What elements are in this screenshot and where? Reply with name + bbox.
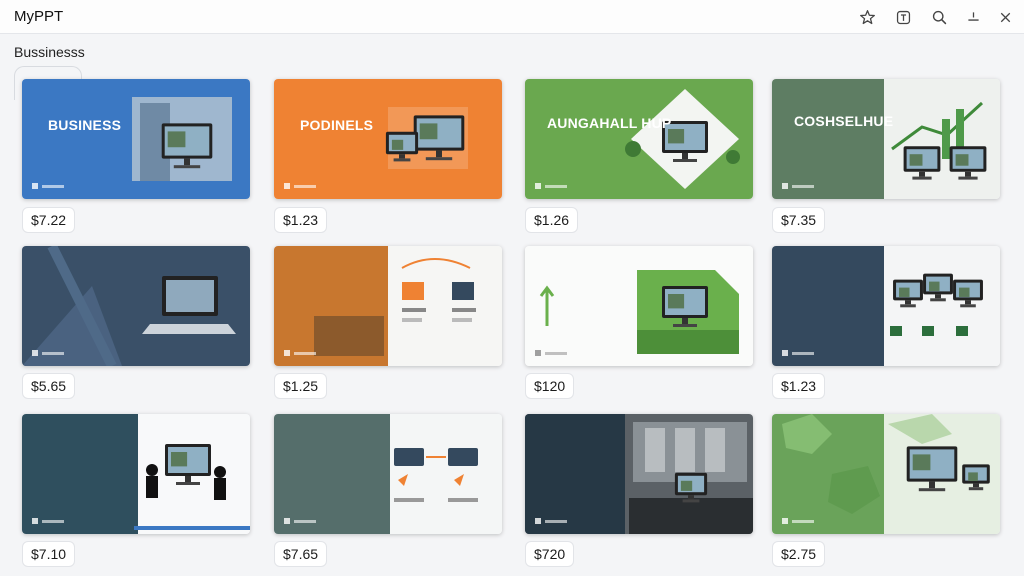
template-thumbnail [22, 79, 250, 199]
template-card[interactable]: COSHSELHUE [772, 79, 1000, 199]
template-card[interactable] [22, 246, 250, 366]
template-price[interactable]: $120 [525, 373, 575, 399]
template-thumbnail [22, 246, 250, 366]
minimize-icon[interactable] [962, 6, 984, 28]
template-card[interactable] [772, 414, 1000, 534]
template-price[interactable]: $1.23 [274, 207, 328, 233]
template-thumbnail [274, 246, 502, 366]
template-title: AUNGAHALL HUP [547, 115, 672, 131]
template-price[interactable]: $2.75 [772, 541, 826, 567]
template-thumbnail [525, 414, 753, 534]
template-thumbnail [274, 414, 502, 534]
close-icon[interactable] [994, 6, 1016, 28]
template-price[interactable]: $1.25 [274, 373, 328, 399]
template-card[interactable]: AUNGAHALL HUP [525, 79, 753, 199]
template-thumbnail [772, 79, 1000, 199]
template-price[interactable]: $5.65 [22, 373, 76, 399]
template-card[interactable] [525, 246, 753, 366]
template-card[interactable] [22, 414, 250, 534]
template-price[interactable]: $720 [525, 541, 575, 567]
template-card[interactable] [772, 246, 1000, 366]
template-thumbnail [772, 414, 1000, 534]
star-icon[interactable] [856, 6, 878, 28]
search-icon[interactable] [928, 6, 950, 28]
template-card[interactable]: PODINELS [274, 79, 502, 199]
app-title: MyPPT [14, 8, 64, 25]
template-card[interactable]: BUSINESS [22, 79, 250, 199]
category-heading: Bussinesss [14, 44, 85, 60]
template-title: BUSINESS [48, 117, 122, 133]
template-title: PODINELS [300, 117, 374, 133]
template-thumbnail [525, 246, 753, 366]
template-thumbnail [274, 79, 502, 199]
template-price[interactable]: $7.10 [22, 541, 76, 567]
template-price[interactable]: $1.23 [772, 373, 826, 399]
template-price[interactable]: $7.35 [772, 207, 826, 233]
info-icon[interactable] [892, 6, 914, 28]
template-thumbnail [772, 246, 1000, 366]
template-card[interactable] [274, 414, 502, 534]
template-card[interactable] [525, 414, 753, 534]
template-card[interactable] [274, 246, 502, 366]
template-price[interactable]: $7.22 [22, 207, 76, 233]
template-thumbnail [22, 414, 250, 534]
title-bar: MyPPT [0, 0, 1024, 34]
template-price[interactable]: $1.26 [525, 207, 579, 233]
template-title: COSHSELHUE [794, 113, 894, 129]
template-price[interactable]: $7.65 [274, 541, 328, 567]
template-thumbnail [525, 79, 753, 199]
